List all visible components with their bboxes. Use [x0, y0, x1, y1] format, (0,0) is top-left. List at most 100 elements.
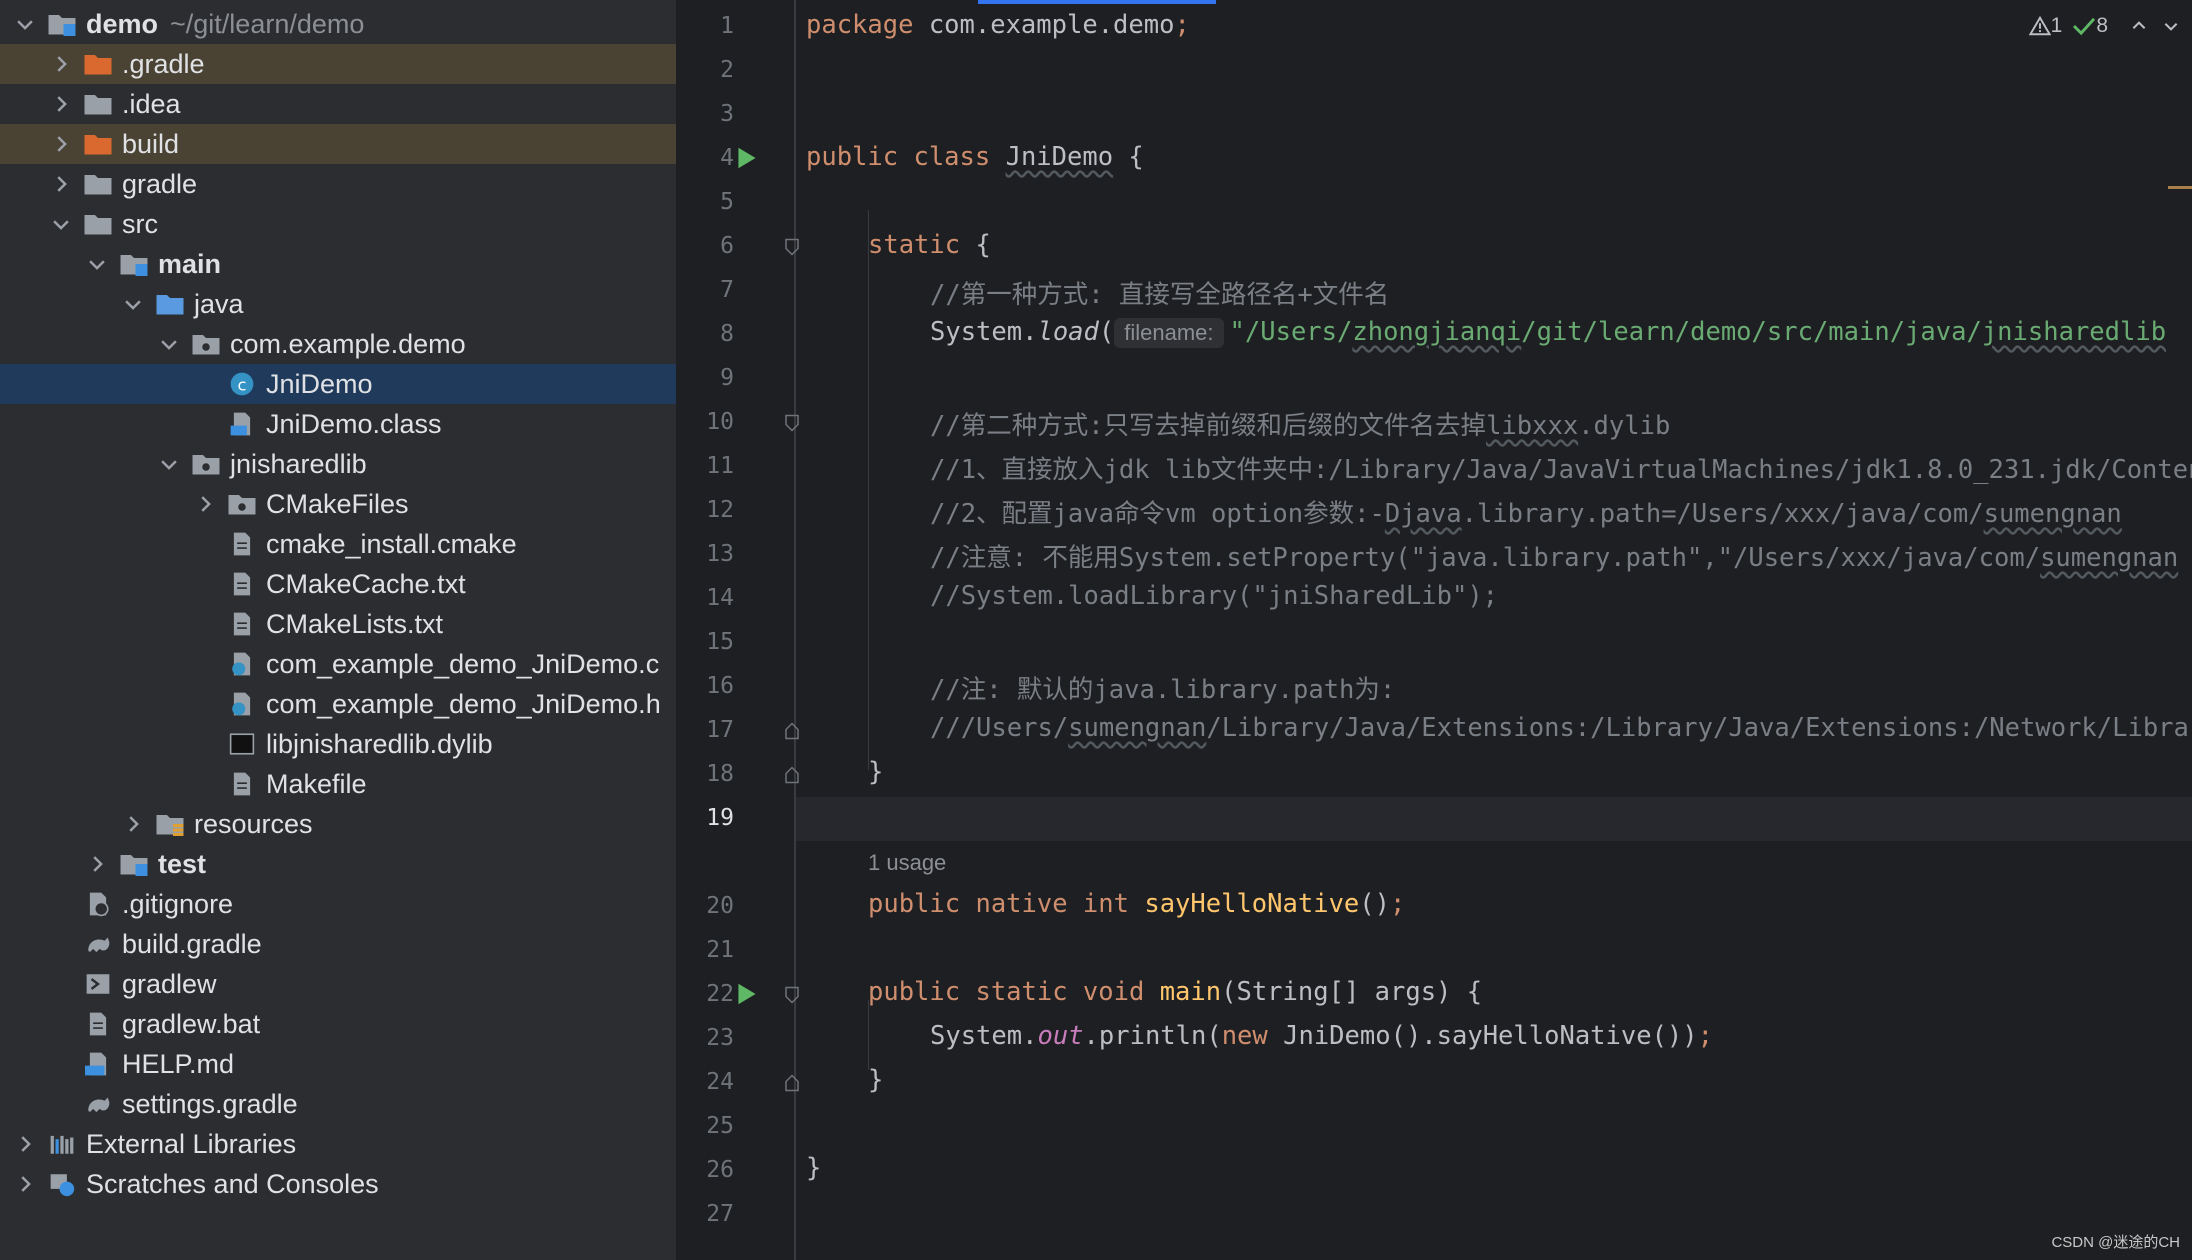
tree-item-help-md[interactable]: HELP.md — [0, 1044, 676, 1084]
inspection-widget[interactable]: 1 8 — [2028, 14, 2182, 38]
warning-indicator[interactable]: 1 — [2028, 14, 2062, 38]
fold-icon[interactable] — [784, 766, 800, 784]
tree-item-h-file[interactable]: com_example_demo_JniDemo.h — [0, 684, 676, 724]
tree-item-jnidemo-class[interactable]: JniDemo.class — [0, 404, 676, 444]
package-icon — [190, 450, 222, 478]
tree-item-root[interactable]: demo ~/git/learn/demo — [0, 4, 676, 44]
tree-item-resources[interactable]: resources — [0, 804, 676, 844]
code-editor[interactable]: 1 2 3 4 5 6 7 8 9 10 11 12 13 14 15 16 1… — [676, 0, 2192, 1260]
code-line-13[interactable]: //注意: 不能用System.setProperty("java.librar… — [930, 537, 2178, 574]
code-text: System. — [930, 1021, 1038, 1051]
tree-label: .gitignore — [122, 888, 234, 919]
fold-icon[interactable] — [784, 986, 800, 1004]
chevron-right-icon[interactable] — [48, 131, 74, 157]
code-line-26[interactable]: } — [806, 1153, 821, 1183]
code-text: ; — [1697, 1021, 1713, 1051]
chevron-right-icon[interactable] — [48, 171, 74, 197]
chevron-right-icon[interactable] — [12, 1131, 38, 1157]
tree-item-cmakefiles[interactable]: CMakeFiles — [0, 484, 676, 524]
tree-item-cmake-install[interactable]: cmake_install.cmake — [0, 524, 676, 564]
code-text: (String[] args) { — [1221, 977, 1483, 1007]
project-tree-panel: demo ~/git/learn/demo .gradle .idea buil… — [0, 0, 676, 1260]
code-line-24[interactable]: } — [868, 1065, 883, 1095]
line-number: 11 — [706, 453, 734, 479]
tree-item-scratches[interactable]: Scratches and Consoles — [0, 1164, 676, 1204]
tree-item-idea[interactable]: .idea — [0, 84, 676, 124]
chevron-right-icon[interactable] — [192, 491, 218, 517]
chevron-down-icon[interactable] — [120, 291, 146, 317]
tree-item-cmakelists[interactable]: CMakeLists.txt — [0, 604, 676, 644]
tree-item-dylib[interactable]: libjnisharedlib.dylib — [0, 724, 676, 764]
chevron-down-icon[interactable] — [84, 251, 110, 277]
chevron-right-icon[interactable] — [120, 811, 146, 837]
chevron-right-icon[interactable] — [48, 91, 74, 117]
code-line-10[interactable]: //第二种方式:只写去掉前缀和后缀的文件名去掉libxxx.dylib — [930, 405, 1670, 442]
chevron-down-icon[interactable] — [156, 331, 182, 357]
tree-label: com_example_demo_JniDemo.h — [266, 688, 661, 719]
run-gutter-icon[interactable] — [736, 146, 758, 170]
code-line-4[interactable]: public class JniDemo { — [806, 142, 1144, 172]
scrollbar-marker[interactable] — [2168, 186, 2192, 189]
code-line-16[interactable]: //注: 默认的java.library.path为: — [930, 669, 1395, 706]
code-line-20[interactable]: public native int sayHelloNative(); — [868, 889, 1405, 919]
tree-item-java[interactable]: java — [0, 284, 676, 324]
chevron-right-icon[interactable] — [48, 51, 74, 77]
tree-item-gitignore[interactable]: .gitignore — [0, 884, 676, 924]
usage-hint[interactable]: 1 usage — [868, 850, 946, 876]
tree-item-jnidemo[interactable]: JniDemo — [0, 364, 676, 404]
code-line-1[interactable]: package com.example.demo; — [806, 10, 1190, 40]
gitignore-icon — [82, 890, 114, 918]
tree-item-settings-gradle[interactable]: settings.gradle — [0, 1084, 676, 1124]
code-line-11[interactable]: //1、直接放入jdk lib文件夹中:/Library/Java/JavaVi… — [930, 449, 2192, 486]
code-line-22[interactable]: public static void main(String[] args) { — [868, 977, 1482, 1007]
string-literal: zhongjianqi — [1352, 317, 1522, 347]
code-line-8[interactable]: System.load(filename: "/Users/zhongjianqi… — [930, 317, 2166, 348]
tree-label: CMakeCache.txt — [266, 568, 466, 599]
ok-indicator[interactable]: 8 — [2072, 14, 2108, 38]
tree-item-src[interactable]: src — [0, 204, 676, 244]
tree-item-test[interactable]: test — [0, 844, 676, 884]
fold-icon[interactable] — [784, 1074, 800, 1092]
module-folder-icon — [118, 850, 150, 878]
code-line-17[interactable]: ///Users/sumengnan/Library/Java/Extensio… — [930, 713, 2192, 743]
fold-icon[interactable] — [784, 238, 800, 256]
chevron-right-icon[interactable] — [12, 1171, 38, 1197]
tree-label: java — [194, 288, 244, 319]
tree-item-gradle[interactable]: gradle — [0, 164, 676, 204]
code-line-12[interactable]: //2、配置java命令vm option参数:-Djava.library.p… — [930, 493, 2122, 530]
tree-item-makefile[interactable]: Makefile — [0, 764, 676, 804]
code-line-23[interactable]: System.out.println(new JniDemo().sayHell… — [930, 1021, 1713, 1051]
tree-item-c-file[interactable]: com_example_demo_JniDemo.c — [0, 644, 676, 684]
chevron-down-icon[interactable] — [48, 211, 74, 237]
line-number: 10 — [706, 409, 734, 435]
tree-item-build[interactable]: build — [0, 124, 676, 164]
code-text: JniDemo().sayHelloNative()) — [1283, 1021, 1698, 1051]
line-number: 18 — [706, 761, 734, 787]
code-line-6[interactable]: static { — [868, 230, 991, 260]
run-gutter-icon[interactable] — [736, 982, 758, 1006]
class-file-icon — [226, 410, 258, 438]
tree-item-jnisharedlib[interactable]: jnisharedlib — [0, 444, 676, 484]
fold-icon[interactable] — [784, 414, 800, 432]
tree-item-gradle-dir[interactable]: .gradle — [0, 44, 676, 84]
package-icon — [190, 330, 222, 358]
tree-item-build-gradle[interactable]: build.gradle — [0, 924, 676, 964]
chevron-down-icon[interactable] — [2160, 17, 2182, 35]
chevron-down-icon[interactable] — [12, 11, 38, 37]
code-line-18[interactable]: } — [868, 757, 883, 787]
line-number: 15 — [706, 629, 734, 655]
code-line-7[interactable]: //第一种方式: 直接写全路径名+文件名 — [930, 274, 1389, 311]
chevron-down-icon[interactable] — [156, 451, 182, 477]
chevron-right-icon[interactable] — [84, 851, 110, 877]
tree-item-cmakecache[interactable]: CMakeCache.txt — [0, 564, 676, 604]
tree-item-external-libraries[interactable]: External Libraries — [0, 1124, 676, 1164]
tree-item-gradlew-bat[interactable]: gradlew.bat — [0, 1004, 676, 1044]
tree-root-label: demo — [86, 8, 159, 39]
tree-item-gradlew[interactable]: gradlew — [0, 964, 676, 1004]
tree-item-package[interactable]: com.example.demo — [0, 324, 676, 364]
tree-item-main[interactable]: main — [0, 244, 676, 284]
chevron-up-icon[interactable] — [2128, 17, 2150, 35]
code-line-14[interactable]: //System.loadLibrary("jniSharedLib"); — [930, 581, 1498, 611]
fold-icon[interactable] — [784, 722, 800, 740]
tree-label: com_example_demo_JniDemo.c — [266, 648, 660, 679]
